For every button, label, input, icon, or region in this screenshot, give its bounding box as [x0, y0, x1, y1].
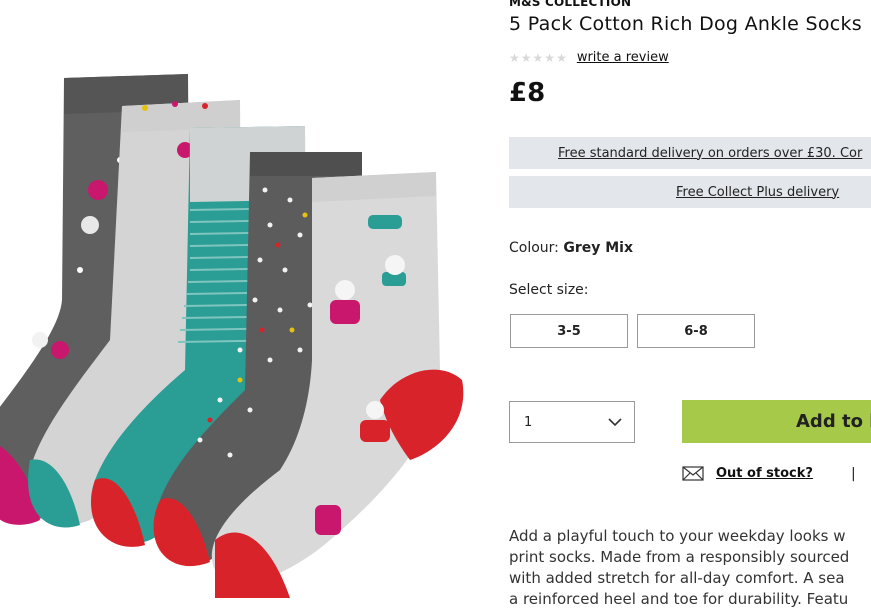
action-divider: |: [851, 466, 856, 482]
rating: ★ ★ ★ ★ ★ write a review: [509, 50, 669, 65]
rating-stars: ★ ★ ★ ★ ★: [509, 51, 567, 65]
quantity-value: 1: [524, 414, 533, 430]
size-option-6-8[interactable]: 6-8: [637, 314, 755, 348]
add-to-bag-button[interactable]: Add to b: [682, 400, 871, 443]
collect-plus-banner[interactable]: Free Collect Plus delivery: [509, 176, 871, 208]
description-line: Add a playful touch to your weekday look…: [509, 527, 846, 545]
standard-delivery-link[interactable]: Free standard delivery on orders over £3…: [558, 146, 862, 161]
colour-selection: Colour: Grey Mix: [509, 240, 633, 256]
size-option-3-5[interactable]: 3-5: [510, 314, 628, 348]
star-icon: ★: [544, 50, 556, 65]
description-line: with added stretch for all-day comfort. …: [509, 569, 845, 587]
star-icon: ★: [520, 50, 532, 65]
product-price: £8: [509, 78, 546, 108]
standard-delivery-banner[interactable]: Free standard delivery on orders over £3…: [509, 137, 871, 169]
quantity-select[interactable]: 1: [509, 401, 635, 443]
product-description: Add a playful touch to your weekday look…: [509, 526, 871, 610]
size-label: Select size:: [509, 282, 589, 298]
collect-plus-link[interactable]: Free Collect Plus delivery: [676, 185, 839, 200]
write-review-link[interactable]: write a review: [577, 50, 669, 65]
star-icon: ★: [556, 50, 567, 65]
socks-illustration: [0, 74, 464, 598]
star-icon: ★: [532, 50, 544, 65]
out-of-stock-link[interactable]: Out of stock?: [716, 466, 813, 481]
star-icon: ★: [509, 50, 520, 65]
description-line: print socks. Made from a responsibly sou…: [509, 548, 850, 566]
colour-label: Colour:: [509, 240, 559, 256]
colour-value: Grey Mix: [563, 240, 634, 256]
chevron-down-icon: [608, 417, 622, 426]
brand-name[interactable]: M&S COLLECTION: [509, 0, 631, 9]
product-title: 5 Pack Cotton Rich Dog Ankle Socks: [509, 13, 863, 35]
envelope-icon: [682, 466, 704, 481]
product-image[interactable]: [0, 0, 484, 598]
stock-notify[interactable]: Out of stock?: [682, 466, 813, 481]
description-line: a reinforced heel and toe for durability…: [509, 590, 849, 608]
